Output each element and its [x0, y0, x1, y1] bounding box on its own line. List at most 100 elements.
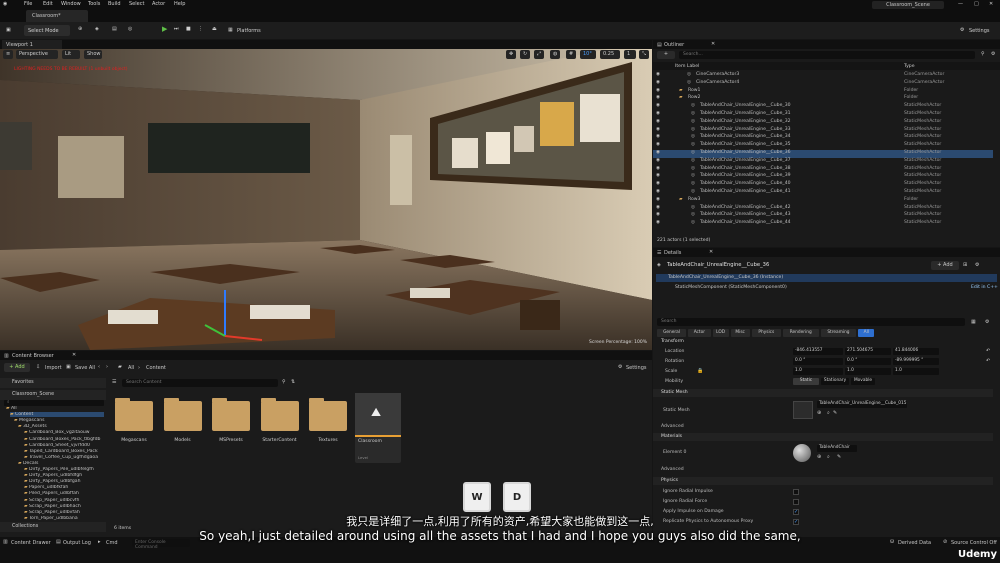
level-asset-tile[interactable]: ⛰ Classroom Level — [355, 393, 401, 463]
visibility-eye-icon[interactable]: ◉ — [656, 220, 660, 225]
folder-icon[interactable] — [163, 398, 202, 431]
perspective-button[interactable]: Perspective — [16, 50, 58, 59]
level-tab[interactable]: Classroom* — [26, 10, 88, 22]
play-icon[interactable]: ▶ — [162, 25, 167, 33]
scale-icon[interactable]: ⤢ — [534, 50, 545, 59]
tree-item[interactable]: ▰ Cardboard_Sheet_vjvrfdd0 — [24, 443, 104, 448]
lock-icon[interactable]: 🔒 — [697, 368, 703, 374]
project-header[interactable]: Classroom_Scene — [0, 390, 106, 400]
translate-icon[interactable]: ✥ — [506, 50, 517, 59]
maximize-icon[interactable]: □ — [974, 1, 979, 7]
rotation-y-field[interactable]: 0.0 ° — [845, 358, 891, 365]
visibility-eye-icon[interactable]: ◉ — [656, 212, 660, 217]
eject-icon[interactable]: ⏏ — [212, 26, 217, 32]
ignore-impulse-checkbox[interactable] — [793, 489, 799, 495]
tree-item[interactable]: ▰ Cardboard_Box_vgzitaouw — [24, 430, 104, 435]
rotation-x-field[interactable]: 0.0 ° — [793, 358, 843, 365]
viewport-menu-button[interactable]: ≡ — [3, 50, 14, 59]
outliner-row[interactable]: ◉ ◎ TableAndChair_UnrealEngine__Cube_41 Sta… — [653, 189, 993, 197]
details-options-icon[interactable]: ⚙ — [985, 319, 989, 325]
outliner-row[interactable]: ◉ ◎ CineCameraActor3 CineCameraActor — [653, 72, 993, 80]
menu-build[interactable]: Build — [108, 1, 121, 7]
menu-edit[interactable]: Edit — [43, 1, 53, 7]
menu-window[interactable]: Window — [61, 1, 81, 7]
tree-item[interactable]: ▰ Travel_Coffee_Cup_ugfhdgaoa — [24, 455, 104, 460]
menu-actor[interactable]: Actor — [152, 1, 165, 7]
tree-item[interactable]: ▰ All — [6, 406, 104, 411]
camera-speed[interactable]: 1 — [624, 50, 636, 59]
mobility-static[interactable]: Static — [793, 378, 819, 385]
actor-name[interactable]: TableAndChair_UnrealEngine__Cube_36 — [667, 262, 769, 268]
material-browse-icon[interactable]: ⌕ — [827, 454, 830, 460]
play-options-icon[interactable]: ⋮ — [198, 26, 203, 32]
scale-y-field[interactable]: 1.0 — [845, 368, 891, 375]
lit-button[interactable]: Lit — [62, 50, 80, 59]
details-add-button[interactable]: + Add — [931, 261, 959, 270]
minimize-icon[interactable]: — — [958, 1, 963, 7]
outliner-folder-row[interactable]: ◉ ▰ Row1 Folder — [653, 88, 993, 96]
visibility-eye-icon[interactable]: ◉ — [656, 197, 660, 202]
edit-asset-icon[interactable]: ✎ — [833, 410, 837, 416]
use-selected-icon[interactable]: ⊕ — [817, 410, 821, 416]
outliner-row[interactable]: ◉ ◎ TableAndChair_UnrealEngine__Cube_31 Sta… — [653, 111, 993, 119]
tree-item[interactable]: ▰ Piled_Papers_udlbffah — [24, 491, 104, 496]
scale-x-field[interactable]: 1.0 — [793, 368, 843, 375]
outliner-row[interactable]: ◉ ◎ TableAndChair_UnrealEngine__Cube_35 Sta… — [653, 142, 993, 150]
visibility-eye-icon[interactable]: ◉ — [656, 127, 660, 132]
visibility-eye-icon[interactable]: ◉ — [656, 166, 660, 171]
material-use-selected-icon[interactable]: ⊕ — [817, 454, 821, 460]
edit-cpp-link[interactable]: Edit in C++ — [971, 285, 998, 290]
details-close-icon[interactable]: ✕ — [709, 249, 713, 255]
folder-icon[interactable] — [309, 398, 347, 431]
outliner-row[interactable]: ◉ ◎ TableAndChair_UnrealEngine__Cube_37 Sta… — [653, 158, 993, 166]
instance-row[interactable]: TableAndChair_UnrealEngine__Cube_36 (Ins… — [656, 274, 997, 282]
tree-item[interactable]: ▰ Scrap_Paper_udlbcvfh — [24, 498, 104, 503]
rotation-z-field[interactable]: -89.999995 ° — [893, 358, 939, 365]
reset-rotation-icon[interactable]: ↶ — [986, 358, 990, 364]
cb-settings-button[interactable]: Settings — [626, 365, 647, 371]
step-icon[interactable]: ⏭ — [174, 26, 179, 32]
show-button[interactable]: Show — [84, 50, 102, 59]
material-thumbnail[interactable] — [793, 444, 811, 462]
outliner-col-type[interactable]: Type — [904, 64, 915, 69]
transform-header[interactable]: Transform — [661, 339, 684, 344]
tree-item[interactable]: ▰ Decals — [18, 461, 104, 466]
back-icon[interactable]: ‹ — [98, 364, 100, 370]
folder-icon[interactable] — [115, 398, 153, 431]
visibility-eye-icon[interactable]: ◉ — [656, 189, 660, 194]
menu-select[interactable]: Select — [129, 1, 144, 7]
sequence-icon[interactable]: ▤ — [112, 26, 117, 32]
tree-item[interactable]: ▰ Dirty_Papers_udlbfdfgh — [24, 473, 104, 478]
path-all[interactable]: All — [128, 365, 134, 371]
sort-icon[interactable]: ⇅ — [291, 379, 295, 385]
details-settings-icon[interactable]: ⚙ — [975, 262, 979, 268]
visibility-eye-icon[interactable]: ◉ — [656, 173, 660, 178]
outliner-row[interactable]: ◉ ◎ TableAndChair_UnrealEngine__Cube_32 Sta… — [653, 119, 993, 127]
tree-item[interactable]: ▰ Papers_udlbfkfah — [24, 485, 104, 490]
tree-item[interactable]: ▰ Content — [10, 412, 104, 418]
viewport-scene[interactable] — [0, 40, 652, 350]
browse-icon[interactable]: ⌕ — [827, 410, 830, 416]
rotate-icon[interactable]: ↻ — [520, 50, 531, 59]
static-mesh-thumbnail[interactable] — [793, 401, 813, 419]
mobility-movable[interactable]: Movable — [851, 378, 875, 385]
cb-add-button[interactable]: + Add — [4, 363, 30, 372]
content-search-input[interactable]: Search Content — [122, 379, 278, 387]
material-icon[interactable]: ◎ — [128, 26, 132, 32]
save-icon[interactable]: ▣ — [6, 27, 11, 33]
visibility-eye-icon[interactable]: ◉ — [656, 158, 660, 163]
folder-icon[interactable] — [212, 398, 250, 431]
details-search-input[interactable]: Search — [657, 318, 965, 326]
visibility-eye-icon[interactable]: ◉ — [656, 142, 660, 147]
static-mesh-dropdown[interactable]: TableAndChair_UnrealEngine__Cube_015 — [817, 401, 907, 408]
outliner-col-label[interactable]: Item Label — [675, 64, 699, 69]
filter-tab-lod[interactable]: LOD — [712, 329, 729, 337]
filter-tab-misc[interactable]: Misc — [730, 329, 750, 337]
outliner-search-input[interactable]: Search... — [679, 51, 975, 59]
outliner-row[interactable]: ◉ ◎ TableAndChair_UnrealEngine__Cube_44 Sta… — [653, 220, 993, 228]
add-actor-icon[interactable]: ⊕ — [78, 26, 82, 32]
location-y-field[interactable]: 271.504675 — [845, 348, 891, 355]
mobility-stationary[interactable]: Stationary — [821, 378, 849, 385]
outliner-row[interactable]: ◉ ◎ CineCameraActor4 CineCameraActor — [653, 80, 993, 88]
world-icon[interactable]: ◍ — [550, 50, 561, 59]
